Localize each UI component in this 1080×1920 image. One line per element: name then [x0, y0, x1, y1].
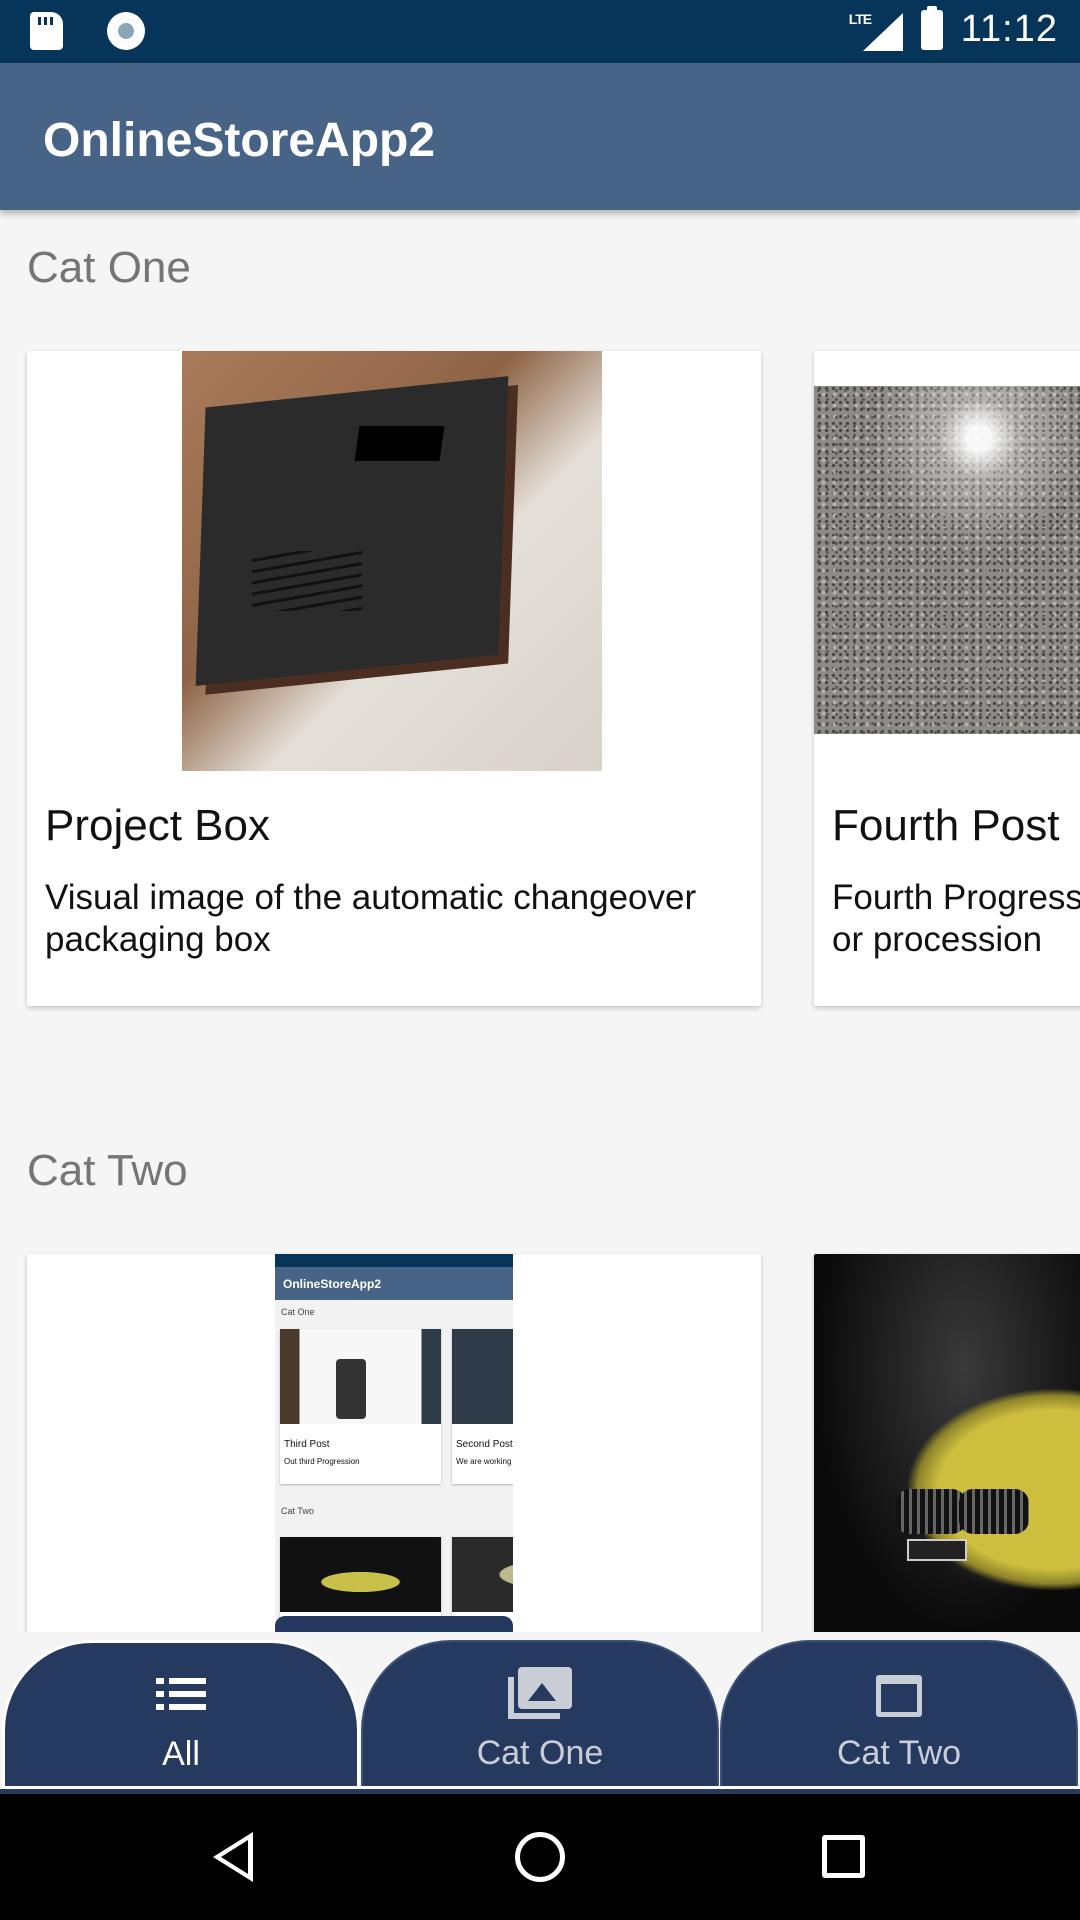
mini-card-desc: Out third Progression [284, 1457, 360, 1466]
mini-card [452, 1537, 513, 1627]
mini-card: Second Post We are working 2nd progressi… [452, 1329, 513, 1484]
post-card[interactable] [814, 1254, 1080, 1632]
mini-card-title: Second Post [456, 1439, 513, 1450]
window-icon [876, 1675, 922, 1717]
app-bar: OnlineStoreApp2 [0, 63, 1080, 210]
post-card[interactable]: OnlineStoreApp2 Cat One Third Post Out t… [27, 1254, 761, 1632]
mini-card [280, 1537, 441, 1627]
mini-app-title: OnlineStoreApp2 [275, 1267, 513, 1300]
post-description: Fourth Progress or procession [832, 878, 1080, 959]
photo-library-icon [508, 1667, 572, 1719]
status-bar: LTE 11:12 [0, 0, 1080, 63]
tab-label: Cat One [476, 1734, 604, 1772]
tab-bar-underline [0, 1786, 1080, 1794]
post-card[interactable]: Fourth Post Fourth Progress or processio… [814, 351, 1080, 1006]
content-scroll[interactable]: Cat One Project Box Visual image of the … [0, 210, 1080, 1632]
home-icon[interactable] [515, 1832, 565, 1882]
mini-section-title: Cat Two [281, 1506, 314, 1516]
system-nav-bar [0, 1794, 1080, 1920]
post-image [814, 1254, 1080, 1632]
post-title: Fourth Post [832, 801, 1060, 850]
record-icon [107, 12, 145, 50]
list-icon [156, 1678, 206, 1710]
mini-card: Third Post Out third Progression [280, 1329, 441, 1484]
app-title: OnlineStoreApp2 [43, 114, 436, 167]
battery-icon [920, 5, 943, 50]
tab-label: All [162, 1735, 200, 1773]
back-icon[interactable] [213, 1832, 253, 1882]
mini-card-title: Third Post [284, 1439, 330, 1450]
post-image [814, 386, 1080, 734]
tab-cat-two[interactable]: Cat Two [720, 1640, 1078, 1790]
section-title: Cat Two [27, 1146, 188, 1195]
post-image: OnlineStoreApp2 Cat One Third Post Out t… [275, 1254, 513, 1632]
post-card[interactable]: Project Box Visual image of the automati… [27, 351, 761, 1006]
mini-section-title: Cat One [281, 1307, 315, 1317]
status-time: 11:12 [960, 8, 1058, 50]
post-image [182, 351, 602, 771]
mini-card-desc: We are working 2nd progression [456, 1457, 513, 1466]
post-title: Project Box [45, 801, 270, 850]
sd-card-icon [30, 12, 63, 50]
lte-signal-icon: LTE [849, 9, 903, 51]
post-description: Visual image of the automatic changeover… [45, 878, 697, 959]
tab-cat-one[interactable]: Cat One [361, 1640, 719, 1790]
bottom-tab-bar: All Cat One Cat Two [0, 1632, 1080, 1794]
tab-all[interactable]: All [2, 1640, 360, 1790]
tab-label: Cat Two [836, 1734, 962, 1772]
recents-icon[interactable] [822, 1835, 865, 1878]
section-title: Cat One [27, 243, 191, 292]
